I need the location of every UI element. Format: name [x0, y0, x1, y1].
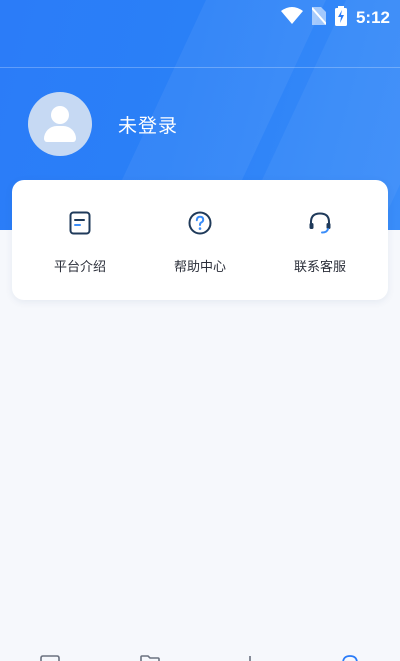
no-sim-icon: [311, 7, 327, 29]
menu-item-help-center[interactable]: 帮助中心: [140, 180, 260, 300]
menu-item-label: 平台介绍: [53, 260, 106, 275]
login-status-label[interactable]: 未登录: [118, 111, 178, 138]
battery-charging-icon: [334, 6, 347, 30]
home-icon: [40, 655, 60, 661]
tab-home[interactable]: [20, 650, 80, 661]
chart-icon: [249, 656, 251, 661]
bottom-tab-bar: [0, 650, 400, 661]
headset-icon: [309, 212, 331, 234]
help-circle-icon: [188, 211, 212, 235]
status-bar: 5:12: [0, 0, 400, 34]
document-icon: [69, 211, 91, 235]
header-divider: [0, 67, 400, 68]
status-time: 5:12: [355, 8, 390, 27]
profile-section[interactable]: 未登录: [28, 92, 178, 156]
tab-profile[interactable]: [320, 650, 380, 661]
menu-item-label: 联系客服: [293, 260, 346, 275]
folder-icon: [140, 655, 160, 661]
wifi-icon: [280, 7, 303, 29]
tab-files[interactable]: [120, 650, 180, 661]
service-menu-card: 平台介绍 帮助中心 联系客服: [12, 180, 388, 300]
profile-icon: [342, 655, 358, 661]
default-avatar-icon[interactable]: [28, 92, 92, 156]
menu-item-label: 帮助中心: [173, 260, 226, 275]
tab-stats[interactable]: [220, 650, 280, 661]
menu-item-customer-service[interactable]: 联系客服: [260, 180, 380, 300]
menu-item-platform-intro[interactable]: 平台介绍: [20, 180, 140, 300]
